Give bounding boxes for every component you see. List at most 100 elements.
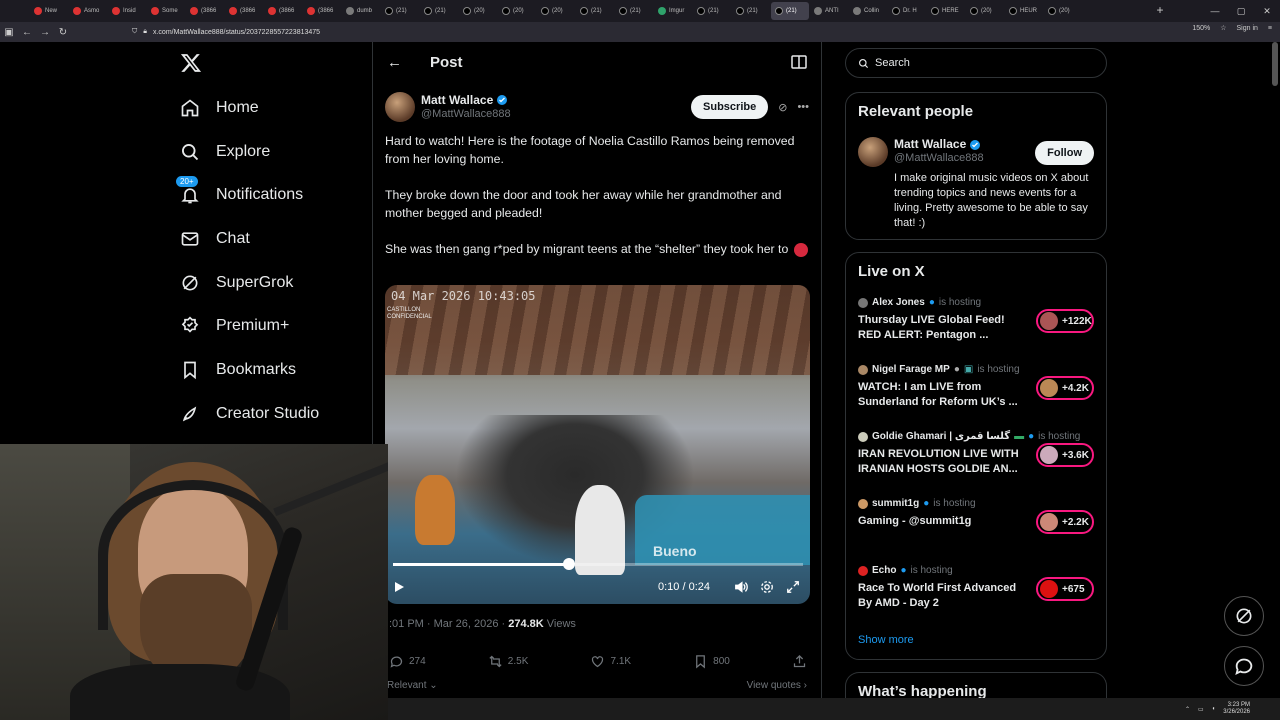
browser-tab[interactable]: (3866 xyxy=(186,2,224,20)
browser-tab[interactable]: New xyxy=(30,2,68,20)
sign-in-button[interactable]: Sign in xyxy=(1237,25,1258,32)
browser-tab[interactable]: (21) xyxy=(693,2,731,20)
browser-tab[interactable]: Dr. H xyxy=(888,2,926,20)
browser-tab[interactable]: dumb xyxy=(342,2,380,20)
browser-tab[interactable]: (20) xyxy=(537,2,575,20)
author-handle[interactable]: @MattWallace888 xyxy=(421,108,511,122)
follow-button[interactable]: Follow xyxy=(1035,141,1094,165)
address-bar[interactable]: ⛉ 🔒︎ x.com/MattWallace888/status/2037228… xyxy=(132,24,1122,40)
avatar[interactable] xyxy=(858,137,888,167)
play-icon[interactable] xyxy=(393,581,405,593)
share-button[interactable] xyxy=(792,654,807,669)
relevant-person-handle[interactable]: @MattWallace888 xyxy=(894,152,984,166)
live-listeners-pill[interactable]: +2.2K xyxy=(1036,510,1094,534)
nav-item-explore[interactable]: Explore xyxy=(176,130,366,174)
reload-icon[interactable]: ↻ xyxy=(54,27,72,38)
browser-tab[interactable]: (20) xyxy=(1044,2,1082,20)
nav-item-supergrok[interactable]: SuperGrok xyxy=(176,261,366,305)
browser-tab[interactable]: (20) xyxy=(966,2,1004,20)
browser-tab[interactable]: (21) xyxy=(576,2,614,20)
live-listeners-pill[interactable]: +3.6K xyxy=(1036,443,1094,467)
back-arrow-icon[interactable]: ← xyxy=(387,54,402,71)
sidebar-toggle-icon[interactable]: ▣ xyxy=(0,27,18,38)
reader-mode-icon[interactable] xyxy=(791,55,807,69)
live-listeners-pill[interactable]: +675 xyxy=(1036,577,1094,601)
close-window-button[interactable]: ✕ xyxy=(1254,0,1280,22)
avatar[interactable] xyxy=(385,92,415,122)
page-scrollbar[interactable] xyxy=(1272,42,1278,86)
reply-button[interactable]: 274 xyxy=(389,654,426,669)
browser-tab[interactable]: (3866 xyxy=(303,2,341,20)
listener-avatar xyxy=(1040,513,1058,531)
bookmark-button[interactable]: 800 xyxy=(693,654,730,669)
browser-tab[interactable]: ANTI xyxy=(810,2,848,20)
browser-tab[interactable]: Collin xyxy=(849,2,887,20)
live-listeners-pill[interactable]: +122K xyxy=(1036,309,1094,333)
author-name[interactable]: Matt Wallace xyxy=(421,93,493,108)
post-timestamp[interactable]: :01 PM · Mar 26, 2026 · xyxy=(389,618,508,630)
system-clock[interactable]: 3:23 PM 3/26/2026 xyxy=(1223,702,1250,715)
live-item[interactable]: Echo ● is hosting Race To World First Adva… xyxy=(858,565,1094,621)
like-button[interactable]: 7.1K xyxy=(590,654,631,669)
live-item[interactable]: summit1g ● is hosting Gaming - @summit1g +… xyxy=(858,498,1094,554)
grok-floating-button[interactable] xyxy=(1224,596,1264,636)
browser-tab[interactable]: (20) xyxy=(498,2,536,20)
view-quotes-link[interactable]: View quotes › xyxy=(747,680,807,691)
video-player[interactable]: 04 Mar 2026 10:43:05 CASTILLON CONFIDENC… xyxy=(385,285,810,604)
browser-tab[interactable]: (21) xyxy=(420,2,458,20)
minimize-button[interactable]: — xyxy=(1202,0,1228,22)
live-item[interactable]: Alex Jones ● is hosting Thursday LIVE Glob… xyxy=(858,297,1094,353)
browser-tab[interactable]: (21) xyxy=(732,2,770,20)
browser-tab[interactable]: (20) xyxy=(459,2,497,20)
zoom-level[interactable]: 150% xyxy=(1192,25,1210,32)
repost-button[interactable]: 2.5K xyxy=(488,654,528,669)
subscribe-button[interactable]: Subscribe xyxy=(691,95,769,119)
volume-icon[interactable] xyxy=(734,580,748,594)
browser-tab[interactable]: (21) xyxy=(381,2,419,20)
browser-tab[interactable]: HERE xyxy=(927,2,965,20)
author-name-row[interactable]: Matt Wallace xyxy=(421,93,511,108)
menu-icon[interactable]: ≡ xyxy=(1268,25,1272,32)
nav-item-home[interactable]: Home xyxy=(176,86,366,130)
sort-relevant-dropdown[interactable]: Relevant ⌄ xyxy=(387,680,438,691)
more-options-icon[interactable]: ••• xyxy=(797,101,809,113)
back-icon[interactable]: ← xyxy=(18,27,36,38)
nav-item-creator-studio[interactable]: Creator Studio xyxy=(176,392,366,436)
tray-chevron-icon[interactable]: ⌃ xyxy=(1185,706,1190,713)
tab-favicon-icon xyxy=(853,7,861,15)
x-logo-icon[interactable] xyxy=(180,52,202,74)
nav-item-premium[interactable]: Premium+ xyxy=(176,304,366,348)
live-item[interactable]: Nigel Farage MP ● ▣ is hosting WATCH: I am … xyxy=(858,364,1094,420)
browser-tab[interactable]: Some xyxy=(147,2,185,20)
nav-item-notifications[interactable]: 20+ Notifications xyxy=(176,173,366,217)
search-input[interactable]: Search xyxy=(845,48,1107,78)
show-more-link[interactable]: Show more xyxy=(858,634,914,646)
relevant-person-name[interactable]: Matt Wallace xyxy=(894,137,966,152)
listener-avatar xyxy=(1040,446,1058,464)
browser-tab[interactable]: HEUR xyxy=(1005,2,1043,20)
browser-tab[interactable]: (3866 xyxy=(264,2,302,20)
browser-tab[interactable]: Asmo xyxy=(69,2,107,20)
nav-item-bookmarks[interactable]: Bookmarks xyxy=(176,348,366,392)
browser-tab[interactable]: (3866 xyxy=(225,2,263,20)
settings-gear-icon[interactable] xyxy=(760,580,774,594)
grok-explain-icon[interactable]: ⊘ xyxy=(778,101,787,114)
maximize-button[interactable]: ▢ xyxy=(1228,0,1254,22)
browser-tab[interactable]: Insid xyxy=(108,2,146,20)
network-icon[interactable]: ▭ xyxy=(1198,706,1204,713)
relevant-person-name-row[interactable]: Matt Wallace xyxy=(894,137,984,152)
forward-icon[interactable]: → xyxy=(36,27,54,38)
video-progress-thumb[interactable] xyxy=(563,558,576,570)
messages-floating-button[interactable] xyxy=(1224,646,1264,686)
nav-item-chat[interactable]: Chat xyxy=(176,217,366,261)
star-icon[interactable]: ☆ xyxy=(1220,24,1226,32)
fullscreen-icon[interactable] xyxy=(786,580,800,594)
live-item[interactable]: Goldie Ghamari | گلسا قمری ▬ ● is hosting I… xyxy=(858,431,1094,487)
video-progress-bar[interactable] xyxy=(393,558,803,570)
browser-tab[interactable]: (21) xyxy=(771,2,809,20)
volume-tray-icon[interactable]: ◖ xyxy=(1212,706,1216,712)
browser-tab[interactable]: Imgur xyxy=(654,2,692,20)
browser-tab[interactable]: (21) xyxy=(615,2,653,20)
live-listeners-pill[interactable]: +4.2K xyxy=(1036,376,1094,400)
new-tab-button[interactable]: + xyxy=(1152,3,1168,17)
